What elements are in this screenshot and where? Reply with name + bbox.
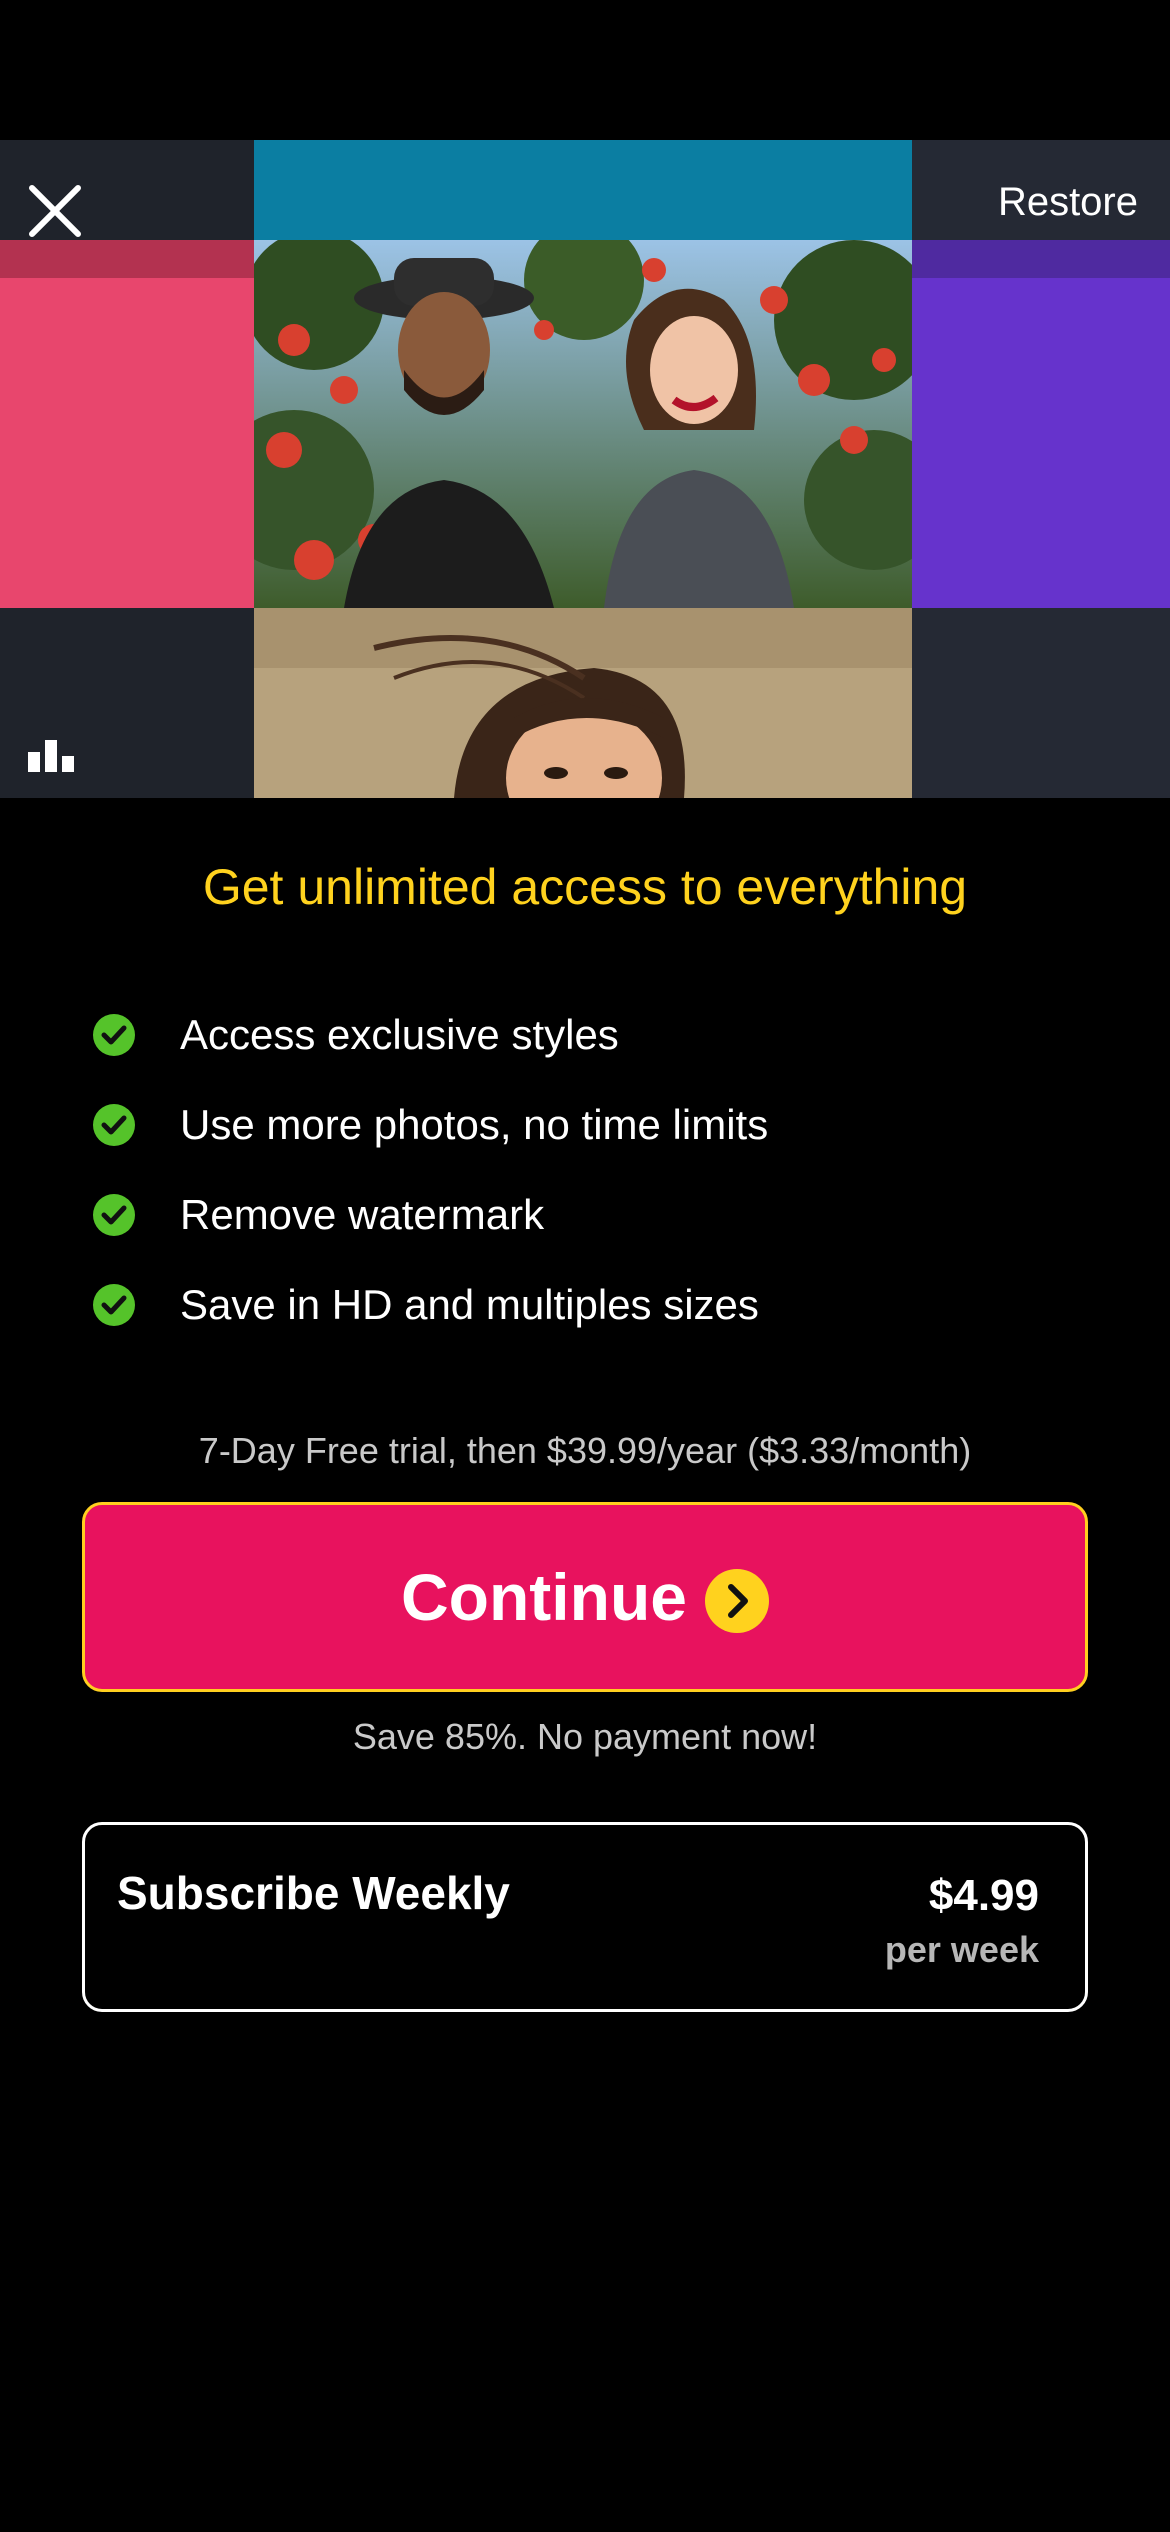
check-circle-icon (93, 1014, 135, 1056)
close-icon (29, 185, 81, 237)
feature-item: Access exclusive styles (92, 990, 1092, 1080)
weekly-plan-name: Subscribe Weekly (117, 1867, 510, 1919)
continue-label: Continue (401, 1560, 687, 1634)
feature-list: Access exclusive styles Use more photos,… (92, 990, 1092, 1350)
subscribe-weekly-button[interactable]: Subscribe Weekly $4.99 per week (82, 1822, 1088, 2012)
chevron-right-icon (704, 1569, 769, 1633)
couple-photo (254, 240, 912, 608)
check-circle-icon (93, 1104, 135, 1146)
feature-label: Access exclusive styles (180, 1011, 619, 1058)
savings-note: Save 85%. No payment now! (352, 1716, 818, 1757)
trial-terms: 7-Day Free trial, then $39.99/year ($3.3… (198, 1430, 972, 1471)
check-circle-icon (93, 1284, 135, 1326)
collage-tile-pink (0, 240, 254, 608)
feature-label: Save in HD and multiples sizes (180, 1281, 759, 1328)
feature-item: Save in HD and multiples sizes (92, 1260, 1092, 1350)
restore-button[interactable]: Restore (998, 180, 1138, 225)
feature-item: Remove watermark (92, 1170, 1092, 1260)
weekly-period: per week (884, 1929, 1039, 1970)
continue-button[interactable]: Continue (82, 1502, 1088, 1692)
feature-item: Use more photos, no time limits (92, 1080, 1092, 1170)
collage-tile-pink-overlay (0, 240, 254, 278)
collage-tile-teal (254, 140, 912, 240)
collage-tile-purple-overlay (912, 240, 1170, 278)
check-circle-icon (93, 1194, 135, 1236)
feature-label: Remove watermark (180, 1191, 545, 1238)
close-button[interactable] (22, 178, 88, 244)
stats-button[interactable] (28, 738, 78, 772)
collage-tile-purple (912, 240, 1170, 608)
portrait-photo (254, 608, 912, 798)
paywall-headline: Get unlimited access to everything (202, 859, 968, 915)
bar-chart-icon (28, 740, 74, 772)
hero-collage (0, 140, 1170, 798)
feature-label: Use more photos, no time limits (180, 1101, 769, 1148)
weekly-price: $4.99 (928, 1871, 1039, 1920)
